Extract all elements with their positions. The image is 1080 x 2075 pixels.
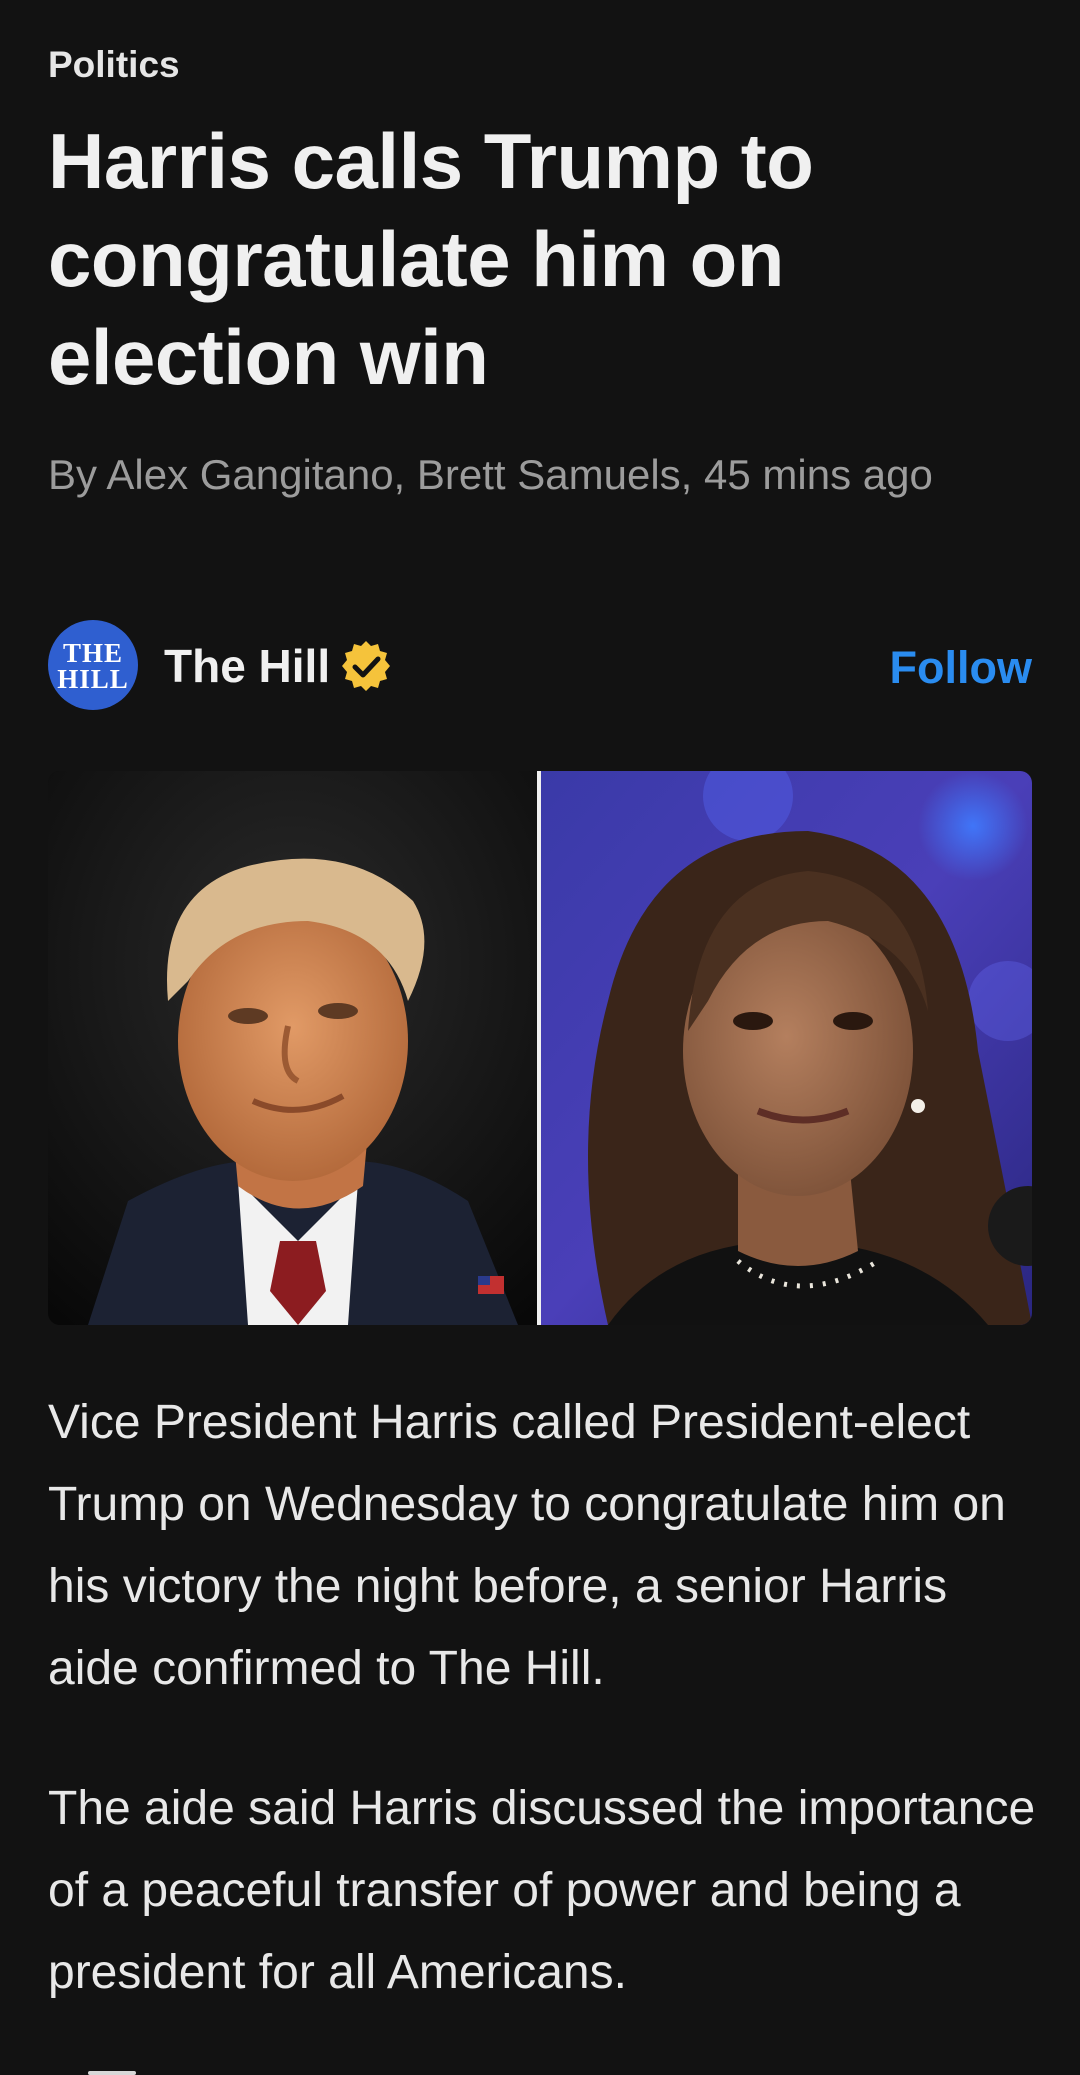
article-paragraph-2: The aide said Harris discussed the impor… <box>48 1782 1036 1999</box>
source-name[interactable]: The Hill <box>164 640 330 692</box>
source-logo-line1: THE <box>62 638 124 668</box>
article-category[interactable]: Politics <box>48 42 180 88</box>
article-image-graphic <box>48 771 1032 1325</box>
verified-badge-icon <box>342 641 390 691</box>
article-paragraph-1: Vice President Harris called President-e… <box>48 1396 1006 1695</box>
article-headline: Harris calls Trump to congratulate him o… <box>48 117 814 401</box>
article-image[interactable] <box>48 771 1032 1325</box>
source-logo-line2: HILL <box>57 664 129 694</box>
source-row: THE HILL The Hill Follow <box>48 620 1032 712</box>
scroll-indicator <box>88 2071 136 2075</box>
follow-button[interactable]: Follow <box>890 640 1032 696</box>
article-byline: By Alex Gangitano, Brett Samuels, 45 min… <box>48 451 933 498</box>
source-logo[interactable]: THE HILL <box>48 620 138 710</box>
